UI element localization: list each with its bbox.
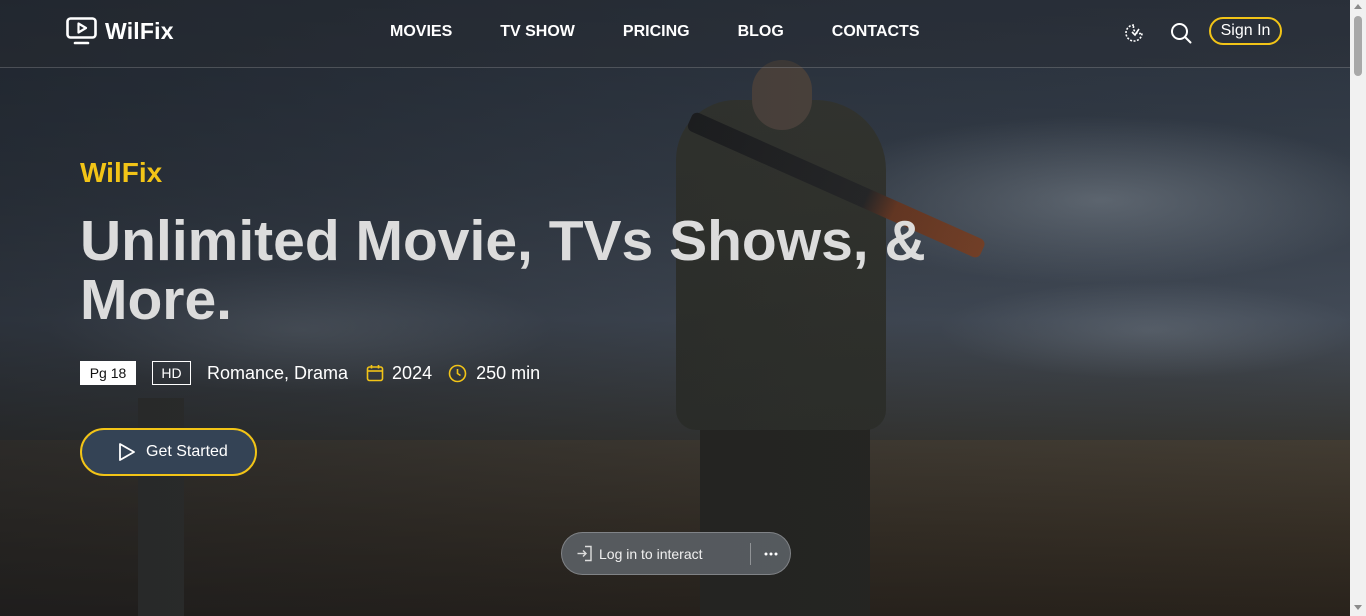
nav-item-movies[interactable]: MOVIES [390, 23, 452, 41]
genres-text: Romance, Drama [207, 362, 349, 383]
scroll-down-arrow-icon[interactable] [1354, 605, 1362, 610]
play-icon [119, 443, 135, 461]
hero-headline: Unlimited Movie, TVs Shows, & More. [80, 209, 926, 332]
more-dots-icon[interactable] [762, 545, 780, 563]
movie-meta: Pg 18 HD Romance, Drama 2024 250 min [80, 361, 540, 385]
search-icon[interactable] [1170, 22, 1192, 44]
page-scrollbar[interactable] [1350, 0, 1366, 616]
divider [750, 543, 751, 565]
release-year: 2024 [392, 362, 433, 383]
scrollbar-thumb[interactable] [1354, 16, 1362, 76]
get-started-label: Get Started [146, 443, 228, 460]
scroll-up-arrow-icon[interactable] [1354, 4, 1362, 9]
get-started-button[interactable]: Get Started [80, 428, 257, 476]
brand-name: WilFix [105, 17, 174, 44]
sign-in-button[interactable]: Sign In [1209, 17, 1282, 45]
clock-icon [448, 364, 467, 382]
quality-badge: HD [152, 361, 191, 385]
theme-toggle-icon[interactable] [1124, 23, 1144, 43]
nav-item-pricing[interactable]: PRICING [623, 23, 690, 41]
hero-brand-tag: WilFix [80, 157, 163, 188]
tv-play-icon [66, 17, 97, 45]
calendar-icon [366, 365, 384, 382]
site-logo[interactable]: WilFix [66, 17, 174, 45]
nav-item-tv-show[interactable]: TV SHOW [500, 23, 575, 41]
nav-item-blog[interactable]: BLOG [738, 23, 784, 41]
login-icon [577, 545, 592, 562]
login-to-interact-bar[interactable]: Log in to interact [561, 532, 791, 575]
site-header: WilFix MOVIES TV SHOW PRICING BLOG CONTA… [0, 0, 1350, 68]
login-to-interact-label[interactable]: Log in to interact [599, 546, 703, 562]
runtime: 250 min [476, 362, 541, 383]
main-nav: MOVIES TV SHOW PRICING BLOG CONTACTS [390, 23, 920, 41]
rating-badge: Pg 18 [80, 361, 136, 385]
nav-item-contacts[interactable]: CONTACTS [832, 23, 920, 41]
